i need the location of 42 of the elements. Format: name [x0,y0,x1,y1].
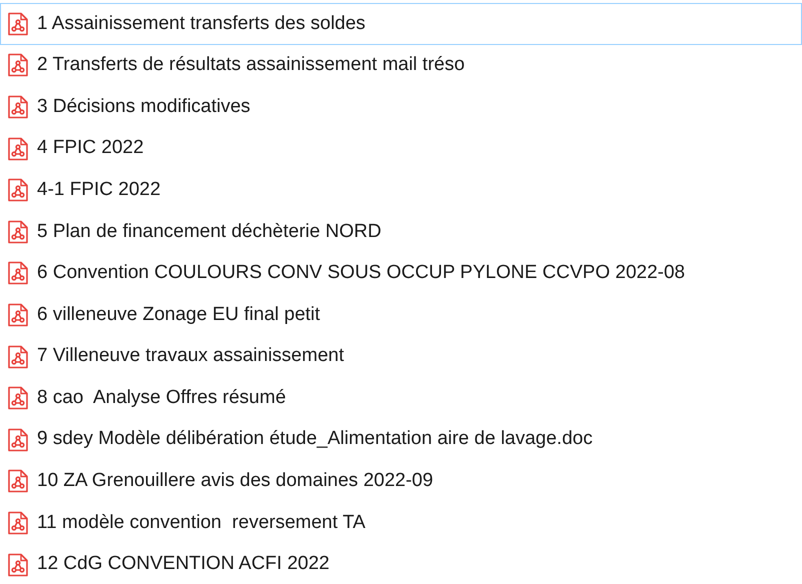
file-name: 8 cao Analyse Offres résumé [37,386,286,410]
file-name: 7 Villeneuve travaux assainissement [37,344,344,368]
file-item[interactable]: 9 sdey Modèle délibération étude_Alimentation aire de lavage.doc [0,418,802,461]
file-name: 11 modèle convention reversement TA [37,510,366,535]
file-item[interactable]: 6 villeneuve Zonage EU final petit [0,294,802,336]
file-item[interactable]: 6 Convention COULOURS CONV SOUS OCCUP PYLONE CCVPO 2022-08 [0,252,802,294]
file-name: 6 villeneuve Zonage EU final petit [37,302,320,327]
file-item[interactable]: 8 cao Analyse Offres résumé [0,377,802,419]
file-item[interactable]: 7 Villeneuve travaux assainissement [0,336,802,378]
pdf-file-icon [7,178,29,202]
file-item[interactable]: 1 Assainissement transferts des soldes [0,3,802,45]
pdf-file-icon [7,469,29,494]
file-name: 5 Plan de financement déchèterie NORD [37,220,382,244]
file-item[interactable]: 11 modèle convention reversement TA [0,502,802,544]
file-item[interactable]: 3 Décisions modificatives [0,86,802,128]
pdf-file-icon [7,136,29,161]
file-item[interactable]: 5 Plan de financement déchèterie NORD [0,210,802,253]
file-item[interactable]: 10 ZA Grenouillere avis des domaines 2022-09 [0,460,802,502]
pdf-file-icon [7,510,29,535]
file-name: 9 sdey Modèle délibération étude_Alimentation aire de lavage.doc [37,427,593,452]
file-name: 6 Convention COULOURS CONV SOUS OCCUP PYLONE CCVPO 2022-08 [37,261,685,286]
file-name: 10 ZA Grenouillere avis des domaines 2022-09 [37,469,434,494]
file-item[interactable]: 4 FPIC 2022 [0,128,802,170]
pdf-file-icon [7,386,29,410]
file-name: 3 Décisions modificatives [37,94,250,119]
file-name: 2 Transferts de résultats assainissement mail tréso [37,53,465,78]
pdf-file-icon [7,344,29,369]
pdf-file-icon [7,53,29,78]
file-name: 4 FPIC 2022 [37,136,144,160]
file-name: 12 CdG CONVENTION ACFI 2022 [37,552,330,576]
file-item[interactable]: 12 CdG CONVENTION ACFI 2022 [0,544,802,584]
pdf-file-icon [7,12,29,36]
file-item[interactable]: 2 Transferts de résultats assainissement mail tréso [0,44,802,86]
file-item[interactable]: 4-1 FPIC 2022 [0,169,802,211]
pdf-file-icon [7,302,29,327]
file-name: 1 Assainissement transferts des soldes [37,12,366,36]
pdf-file-icon [7,261,29,286]
file-name: 4-1 FPIC 2022 [37,178,161,202]
pdf-file-icon [7,552,29,577]
pdf-file-icon [7,428,29,452]
pdf-file-icon [7,94,29,119]
pdf-file-icon [7,220,29,244]
